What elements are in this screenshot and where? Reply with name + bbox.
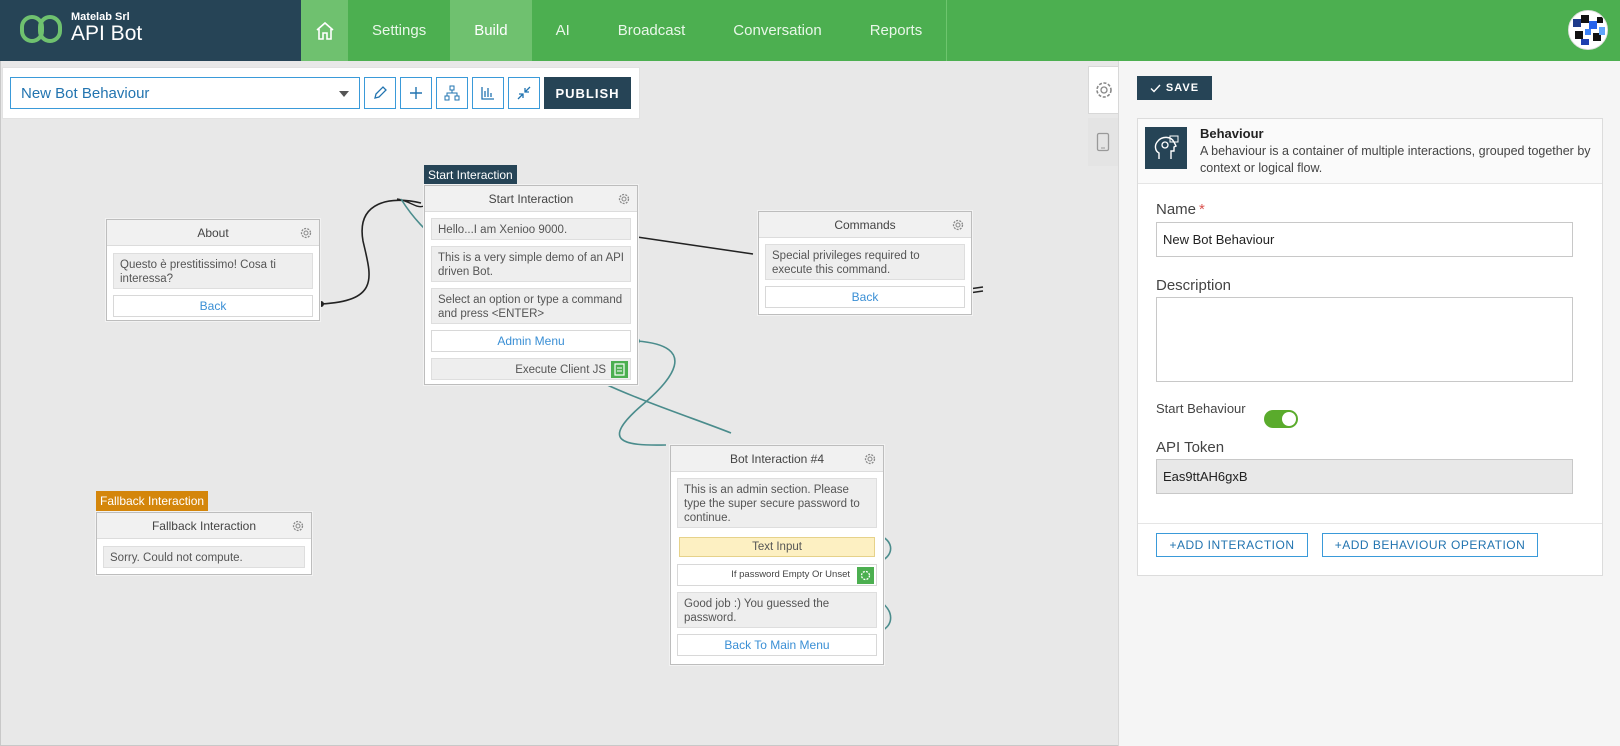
node-link-admin-menu[interactable]: Admin Menu [431, 330, 631, 352]
node-message-1[interactable]: Hello...I am Xenioo 9000. [431, 218, 631, 240]
user-avatar[interactable] [1568, 10, 1608, 50]
condition-label: If password Empty Or Unset [731, 569, 850, 580]
node-title: About [197, 226, 229, 240]
start-behaviour-toggle[interactable] [1264, 410, 1298, 428]
node-start-interaction[interactable]: Start Interaction Hello...I am Xenioo 90… [424, 185, 638, 385]
tab-settings[interactable] [1088, 66, 1118, 114]
product-name: API Bot [71, 22, 143, 45]
api-token-field[interactable]: Eas9ttAH6gxB [1156, 459, 1573, 494]
required-marker: * [1199, 201, 1205, 218]
tab-preview[interactable] [1088, 118, 1118, 166]
behaviour-icon [1145, 127, 1187, 169]
node-link-back-to-main[interactable]: Back To Main Menu [677, 634, 877, 656]
nav-reports[interactable]: Reports [846, 0, 947, 61]
node-title: Commands [834, 218, 896, 232]
node-link-back[interactable]: Back [765, 286, 965, 308]
node-commands[interactable]: Commands Special privileges required to … [758, 211, 972, 315]
toggle-knob [1282, 412, 1296, 426]
gear-icon[interactable] [291, 519, 305, 533]
gear-icon [1095, 82, 1112, 98]
main-nav: Settings Build AI Broadcast Conversation… [301, 0, 948, 61]
node-text-input[interactable]: Text Input [679, 537, 875, 557]
action-label: Execute Client JS [515, 364, 606, 376]
node-title: Bot Interaction #4 [729, 452, 825, 466]
node-title: Start Interaction [488, 192, 574, 206]
node-fallback-interaction[interactable]: Fallback Interaction Sorry. Could not co… [96, 512, 312, 575]
nav-build[interactable]: Build [450, 0, 532, 61]
add-behaviour-operation-button[interactable]: +ADD BEHAVIOUR OPERATION [1322, 533, 1538, 557]
nav-divider [946, 0, 948, 61]
home-icon [315, 21, 334, 40]
description-label: Description [1156, 277, 1232, 294]
brand[interactable]: Matelab Srl API Bot [0, 0, 301, 61]
node-condition[interactable]: If password Empty Or Unset [677, 564, 877, 586]
node-bot-interaction-4[interactable]: Bot Interaction #4 This is an admin sect… [670, 445, 884, 665]
node-header: Start Interaction [425, 186, 637, 212]
properties-panel: SAVE Behaviour A behaviour is a containe… [1118, 61, 1620, 746]
node-message-2[interactable]: Good job :) You guessed the password. [677, 592, 877, 628]
node-message-2[interactable]: This is a very simple demo of an API dri… [431, 246, 631, 282]
panel-side-tabs [1088, 66, 1118, 746]
node-message-1[interactable]: This is an admin section. Please type th… [677, 478, 877, 528]
node-header: Bot Interaction #4 [671, 446, 883, 472]
nav-broadcast[interactable]: Broadcast [594, 0, 710, 61]
add-interaction-button[interactable]: +ADD INTERACTION [1156, 533, 1308, 557]
fallback-interaction-tag: Fallback Interaction [96, 491, 209, 511]
nav-ai[interactable]: AI [532, 0, 594, 61]
check-icon [1150, 84, 1161, 93]
gear-icon[interactable] [951, 218, 965, 232]
card-divider [1138, 523, 1602, 524]
gear-icon[interactable] [617, 192, 631, 206]
nav-home[interactable] [301, 0, 348, 61]
gear-icon[interactable] [299, 226, 313, 240]
card-title: Behaviour [1200, 126, 1264, 141]
node-link-back[interactable]: Back [113, 295, 313, 317]
script-icon [611, 361, 628, 378]
logo-icon [20, 15, 62, 43]
node-header: Commands [759, 212, 971, 238]
save-button[interactable]: SAVE [1137, 76, 1212, 100]
connector-lines [318, 198, 984, 632]
start-interaction-tag: Start Interaction [424, 165, 517, 185]
node-action-execute-js[interactable]: Execute Client JS [431, 358, 631, 380]
node-message[interactable]: Sorry. Could not compute. [103, 546, 305, 568]
avatar-pattern-icon [1569, 11, 1607, 49]
name-field[interactable]: New Bot Behaviour [1156, 222, 1573, 257]
node-header: Fallback Interaction [97, 513, 311, 539]
name-label: Name * [1156, 201, 1205, 218]
node-message[interactable]: Special privileges required to execute t… [765, 244, 965, 280]
nav-conversation[interactable]: Conversation [709, 0, 845, 61]
node-title: Fallback Interaction [151, 519, 257, 533]
mobile-icon [1096, 132, 1110, 152]
flow-canvas[interactable]: New Bot Behaviour PUBLISH About Questo è… [0, 61, 1118, 746]
top-header: Matelab Srl API Bot Settings Build AI Br… [0, 0, 1620, 61]
gear-icon[interactable] [863, 452, 877, 466]
start-behaviour-label: Start Behaviour [1156, 401, 1246, 416]
node-header: About [107, 220, 319, 246]
api-token-label: API Token [1156, 439, 1225, 456]
node-about[interactable]: About Questo è prestitissimo! Cosa ti in… [106, 219, 320, 321]
card-description: A behaviour is a container of multiple i… [1200, 144, 1591, 175]
node-message[interactable]: Questo è prestitissimo! Cosa ti interess… [113, 253, 313, 289]
card-header: Behaviour A behaviour is a container of … [1138, 119, 1602, 184]
condition-icon [857, 567, 874, 584]
behaviour-card: Behaviour A behaviour is a container of … [1137, 118, 1603, 576]
description-field[interactable] [1156, 297, 1573, 382]
save-label: SAVE [1165, 82, 1200, 94]
node-message-3[interactable]: Select an option or type a command and p… [431, 288, 631, 324]
nav-settings[interactable]: Settings [348, 0, 450, 61]
name-label-text: Name [1156, 201, 1197, 218]
